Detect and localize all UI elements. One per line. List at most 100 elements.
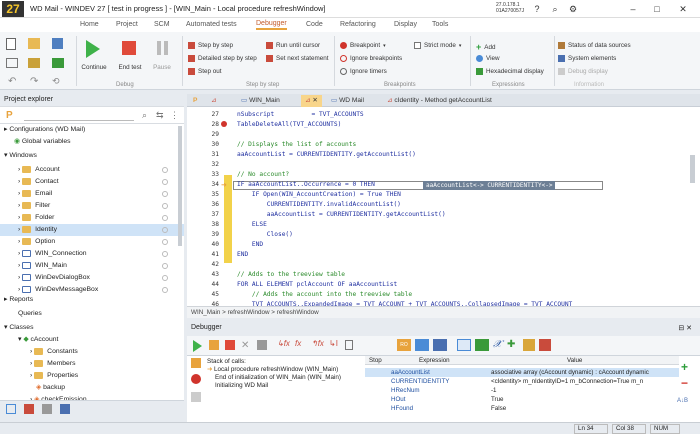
tree-window-win-main[interactable]: › WIN_Main bbox=[0, 260, 184, 272]
stack-frame-2[interactable]: End of initialization of WIN_Main (WIN_M… bbox=[215, 374, 341, 381]
remove-watch-icon[interactable]: − bbox=[681, 376, 688, 390]
tab-display[interactable]: Display bbox=[394, 21, 417, 28]
tree-item-global-variables[interactable]: ◉ Global variables bbox=[0, 136, 184, 148]
doc-tab-win-main[interactable]: ▭ WIN_Main bbox=[237, 95, 284, 107]
doc-tab-code-icon[interactable]: ⊿ bbox=[207, 95, 221, 107]
dbg-pause-icon[interactable] bbox=[257, 340, 267, 350]
tree-sub-members[interactable]: › Members bbox=[0, 358, 184, 370]
tree-folder-filter[interactable]: › Filter bbox=[0, 200, 184, 212]
run-test-icon[interactable] bbox=[52, 58, 64, 68]
dbg-stop-icon[interactable] bbox=[225, 340, 235, 350]
explorer-search-input[interactable] bbox=[24, 111, 134, 121]
save-icon[interactable] bbox=[52, 38, 63, 49]
run-until-cursor-button[interactable]: Run until cursor bbox=[266, 42, 320, 49]
breakpoint-button[interactable]: Breakpoint ▾ bbox=[340, 42, 386, 49]
tab-project[interactable]: Project bbox=[116, 21, 138, 28]
stack-frame-3[interactable]: Initializing WD Mail bbox=[215, 382, 268, 389]
maximize-button[interactable]: □ bbox=[650, 3, 664, 15]
expr-row[interactable]: HFound False bbox=[391, 404, 700, 413]
tree-folder-account[interactable]: › Account bbox=[0, 164, 184, 176]
tree-sub-backup[interactable]: ◈ backup bbox=[0, 382, 184, 394]
dbg-set-statement-icon[interactable] bbox=[345, 340, 353, 350]
dbg-tool-6-icon[interactable] bbox=[523, 339, 535, 351]
tree-folder-contact[interactable]: › Contact bbox=[0, 176, 184, 188]
code-line[interactable]: END bbox=[237, 241, 263, 248]
code-line[interactable]: // No account? bbox=[237, 171, 289, 178]
pause-button[interactable]: Pause bbox=[148, 64, 176, 71]
dbg-tool-1-icon[interactable]: RO bbox=[397, 339, 411, 351]
hexadecimal-display-button[interactable]: Hexadecimal display bbox=[476, 68, 544, 75]
code-line[interactable]: TableDeleteAll(TVT_ACCOUNTS) bbox=[237, 121, 341, 128]
code-line[interactable]: END bbox=[237, 251, 248, 258]
code-line[interactable]: Close() bbox=[237, 231, 293, 238]
tree-folder-folder[interactable]: › Folder bbox=[0, 212, 184, 224]
dbg-expression-icon[interactable]: 𝒳 bbox=[493, 339, 502, 350]
search-icon[interactable]: ⌕ bbox=[548, 3, 562, 15]
code-line[interactable]: nSubscript = TVT_ACCOUNTS bbox=[237, 111, 364, 118]
tree-folder-option[interactable]: › Option bbox=[0, 236, 184, 248]
status-data-sources-button[interactable]: Status of data sources bbox=[558, 42, 631, 49]
strict-mode-checkbox[interactable]: Strict mode ▾ bbox=[414, 42, 461, 49]
catalog-tab-icon[interactable] bbox=[24, 404, 34, 414]
minimize-button[interactable]: – bbox=[626, 3, 640, 15]
code-line[interactable]: aaAccountList = CURRENTIDENTITY.getAccou… bbox=[237, 151, 416, 158]
continue-icon[interactable] bbox=[86, 40, 100, 58]
tree-class-caccount[interactable]: ▾ ◆ cAccount bbox=[0, 334, 184, 346]
code-line[interactable]: aaAccountList = CURRENTIDENTITY.getAccou… bbox=[237, 211, 446, 218]
step-out-button[interactable]: Step out bbox=[188, 68, 221, 75]
code-line[interactable]: // Displays the list of accounts bbox=[237, 141, 356, 148]
dbg-tool-7-icon[interactable] bbox=[539, 339, 551, 351]
tree-section-windows[interactable]: ▾ Windows bbox=[0, 150, 184, 162]
doc-tab-cidentity[interactable]: ⊿ cIdentity - Method getAccountList bbox=[383, 95, 496, 107]
view-expression-button[interactable]: View bbox=[476, 55, 500, 62]
tab-scm[interactable]: SCM bbox=[154, 21, 170, 28]
window-editor-icon[interactable] bbox=[6, 58, 18, 68]
tab-tools[interactable]: Tools bbox=[432, 21, 448, 28]
tree-sub-constants[interactable]: › Constants bbox=[0, 346, 184, 358]
stack-icon-3[interactable] bbox=[191, 392, 201, 402]
code-line[interactable]: // Adds to the treeview table bbox=[237, 271, 345, 278]
system-elements-button[interactable]: System elements bbox=[558, 55, 616, 62]
dbg-tool-2-icon[interactable] bbox=[415, 339, 429, 351]
tree-folder-email[interactable]: › Email bbox=[0, 188, 184, 200]
settings-icon[interactable]: ⚙ bbox=[566, 3, 580, 15]
ignore-breakpoints-button[interactable]: Ignore breakpoints bbox=[340, 55, 402, 62]
expr-row[interactable]: CURRENTIDENTITY <cIdentity> m_nIdentityID… bbox=[391, 377, 700, 386]
doc-tab-active-code[interactable]: ⊿ ✕ bbox=[301, 95, 322, 107]
dbg-add-icon[interactable]: ✚ bbox=[507, 339, 515, 350]
tab-refactoring[interactable]: Refactoring bbox=[340, 21, 376, 28]
stack-icon-2[interactable] bbox=[191, 374, 201, 384]
tree-section-reports[interactable]: ▸ Reports bbox=[0, 294, 184, 306]
undo-icon[interactable]: ↶ bbox=[8, 76, 16, 87]
dbg-cancel-icon[interactable]: ✕ bbox=[241, 340, 249, 351]
dbg-tool-3-icon[interactable] bbox=[433, 339, 447, 351]
doc-tab-wd-mail[interactable]: ▭ WD Mail bbox=[327, 95, 368, 107]
tree-scrollbar[interactable] bbox=[178, 126, 182, 246]
new-file-icon[interactable] bbox=[6, 38, 16, 50]
sort-az-icon[interactable]: A↓B bbox=[677, 398, 688, 404]
sync-icon[interactable]: ⇆ bbox=[156, 110, 164, 121]
tree-section-configurations[interactable]: ▸ Configurations (WD Mail) bbox=[0, 124, 184, 136]
tree-section-classes[interactable]: ▾ Classes bbox=[0, 322, 184, 334]
expr-row[interactable]: HRecNum -1 bbox=[391, 386, 700, 395]
dbg-step-over-icon[interactable]: fx bbox=[295, 339, 301, 348]
tree-window-win-connection[interactable]: › WIN_Connection bbox=[0, 248, 184, 260]
code-line[interactable]: IF aaAccountList..Occurrence = 0 THEN bbox=[237, 181, 375, 188]
project-icon[interactable]: P bbox=[6, 110, 13, 121]
search-icon[interactable]: ⌕ bbox=[142, 110, 147, 121]
step-by-step-button[interactable]: Step by step bbox=[188, 42, 233, 49]
tasks-tab-icon[interactable] bbox=[60, 404, 70, 414]
expr-row[interactable]: HOut True bbox=[391, 395, 700, 404]
code-line[interactable]: ELSE bbox=[237, 221, 267, 228]
tab-code[interactable]: Code bbox=[306, 21, 323, 28]
doc-tab-project-icon[interactable]: P bbox=[189, 95, 201, 107]
code-line[interactable]: // Adds the account into the treeview ta… bbox=[237, 291, 412, 298]
stack-icon-1[interactable] bbox=[191, 358, 201, 368]
tab-automated-tests[interactable]: Automated tests bbox=[186, 21, 237, 28]
explorer-tab-icon[interactable] bbox=[6, 404, 16, 414]
add-expression-button[interactable]: + Add bbox=[476, 42, 495, 52]
dbg-run-to-cursor-icon[interactable]: ↳I bbox=[329, 339, 338, 348]
breakpoint-marker[interactable] bbox=[221, 121, 227, 127]
code-line[interactable]: FOR ALL ELEMENT pclAccount OF aaAccountL… bbox=[237, 281, 397, 288]
debug-display-button[interactable]: Debug display bbox=[558, 68, 608, 75]
